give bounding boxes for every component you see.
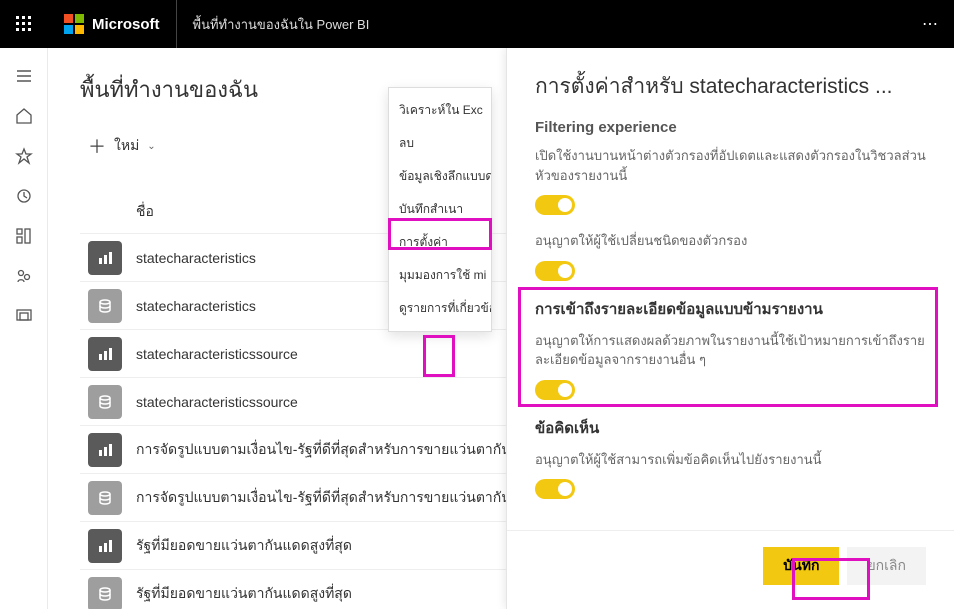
app-launcher-icon[interactable] bbox=[0, 0, 48, 48]
microsoft-logo: Microsoft bbox=[48, 0, 177, 48]
chevron-down-icon: ⌄ bbox=[147, 141, 155, 152]
column-name: ชื่อ bbox=[136, 201, 154, 223]
menu-item[interactable]: วิเคราะห์ใน Exc bbox=[389, 94, 491, 127]
toggle-comments[interactable] bbox=[535, 479, 575, 499]
dataset-icon bbox=[88, 481, 122, 515]
recent-icon[interactable] bbox=[0, 176, 48, 216]
cross-desc: อนุญาตให้การแสดงผลด้วยภาพในรายงานนี้ใช้เ… bbox=[535, 331, 926, 370]
dataset-icon bbox=[88, 577, 122, 609]
header-more-icon[interactable]: ⋯ bbox=[906, 0, 954, 48]
report-icon bbox=[88, 337, 122, 371]
nav-rail bbox=[0, 48, 48, 609]
menu-item[interactable]: มุมมองการใช้ mi bbox=[389, 259, 491, 292]
filtering-title: Filtering experience bbox=[535, 119, 926, 136]
filtering-desc: เปิดใช้งานบานหน้าต่างตัวกรองที่อัปเดตและ… bbox=[535, 146, 926, 185]
apps-icon[interactable] bbox=[0, 216, 48, 256]
panel-title: การตั้งค่าสำหรับ statecharacteristics ..… bbox=[507, 48, 954, 119]
hamburger-icon[interactable] bbox=[0, 56, 48, 96]
global-header: Microsoft พื้นที่ทำงานของฉันใน Power BI … bbox=[0, 0, 954, 48]
comments-title: ข้อคิดเห็น bbox=[535, 416, 926, 440]
menu-item[interactable]: ข้อมูลเชิงลึกแบบด่วน bbox=[389, 160, 491, 193]
settings-panel: การตั้งค่าสำหรับ statecharacteristics ..… bbox=[506, 48, 954, 609]
breadcrumb: พื้นที่ทำงานของฉันใน Power BI bbox=[177, 14, 907, 35]
menu-item[interactable]: ลบ bbox=[389, 127, 491, 160]
menu-item[interactable]: บันทึกสำเนา bbox=[389, 193, 491, 226]
allow-change-desc: อนุญาตให้ผู้ใช้เปลี่ยนชนิดของตัวกรอง bbox=[535, 231, 926, 251]
report-icon bbox=[88, 529, 122, 563]
cross-title: การเข้าถึงรายละเอียดข้อมูลแบบข้ามรายงาน bbox=[535, 297, 926, 321]
save-button[interactable]: บันทึก bbox=[763, 547, 839, 585]
new-button-label: ใหม่ bbox=[114, 135, 139, 157]
shared-icon[interactable] bbox=[0, 256, 48, 296]
cancel-button[interactable]: ยกเลิก bbox=[847, 547, 926, 585]
context-menu: วิเคราะห์ใน Excลบข้อมูลเชิงลึกแบบด่วนบัน… bbox=[388, 87, 492, 332]
menu-item[interactable]: ดูรายการที่เกี่ยวข้อง bbox=[389, 292, 491, 325]
menu-item[interactable]: การตั้งค่า bbox=[389, 226, 491, 259]
report-icon bbox=[88, 433, 122, 467]
plus-icon: ＋ bbox=[88, 133, 106, 159]
toggle-allow-change[interactable] bbox=[535, 261, 575, 281]
toggle-cross-report[interactable] bbox=[535, 380, 575, 400]
favorites-icon[interactable] bbox=[0, 136, 48, 176]
report-icon bbox=[88, 241, 122, 275]
new-button[interactable]: ＋ ใหม่ ⌄ bbox=[80, 127, 164, 165]
home-icon[interactable] bbox=[0, 96, 48, 136]
brand-text: Microsoft bbox=[92, 16, 160, 33]
workspaces-icon[interactable] bbox=[0, 296, 48, 336]
comments-desc: อนุญาตให้ผู้ใช้สามารถเพิ่มข้อคิดเห็นไปยั… bbox=[535, 450, 926, 470]
dataset-icon bbox=[88, 289, 122, 323]
dataset-icon bbox=[88, 385, 122, 419]
toggle-filter-pane[interactable] bbox=[535, 195, 575, 215]
